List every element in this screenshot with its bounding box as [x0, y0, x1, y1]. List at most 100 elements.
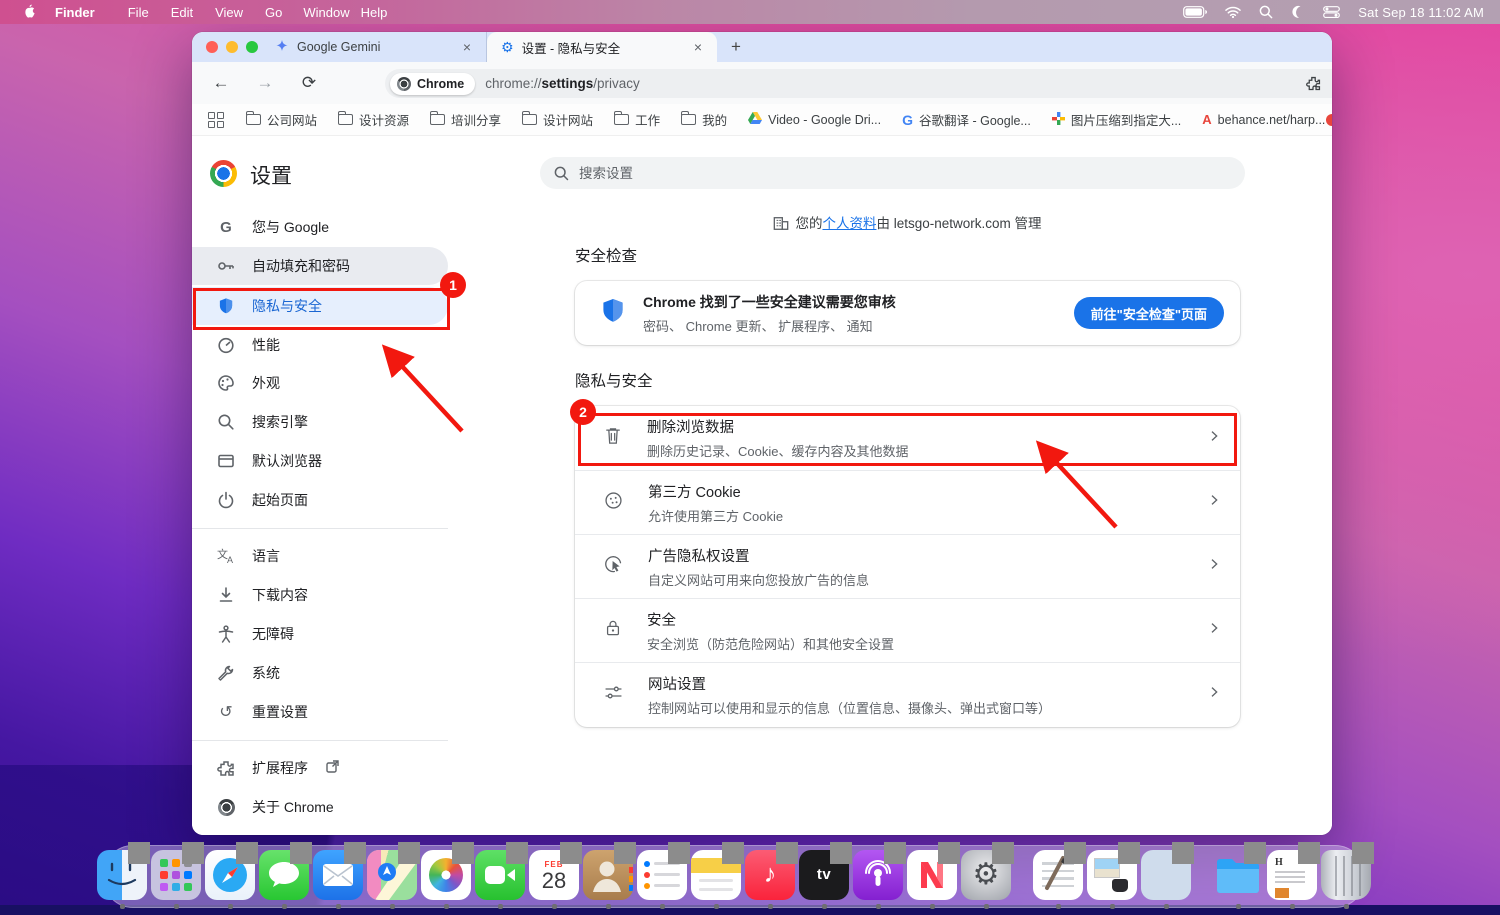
address-bar[interactable]: Chrome chrome://settings/privacy ☆ [385, 69, 1332, 98]
menu-item-window[interactable]: Window [293, 5, 350, 20]
dock-item-safari[interactable] [205, 850, 255, 900]
back-button[interactable]: ← [206, 68, 236, 98]
redaction-box [398, 842, 420, 864]
sidebar-item-extensions[interactable]: 扩展程序 [192, 749, 448, 787]
folder-icon [338, 114, 353, 125]
dock-item-reminders[interactable] [637, 850, 687, 900]
sidebar-item-accessibility[interactable]: 无障碍 [192, 615, 448, 653]
search-input[interactable] [579, 166, 1179, 181]
sidebar-item-reset[interactable]: ↺ 重置设置 [192, 693, 448, 731]
control-center-icon[interactable] [1323, 6, 1340, 18]
dock-item-music[interactable]: ♪ [745, 850, 795, 900]
dock-item-maps[interactable] [367, 850, 417, 900]
row-security[interactable]: 安全安全浏览（防范危险网站）和其他安全设置 [575, 598, 1240, 662]
apps-grid-icon[interactable] [208, 112, 224, 128]
minimize-window-button[interactable] [226, 41, 238, 53]
dock-item-documents[interactable]: H [1267, 850, 1317, 900]
translate-icon: 文A [216, 546, 236, 566]
dock-item-news[interactable] [907, 850, 957, 900]
zoom-window-button[interactable] [246, 41, 258, 53]
wifi-icon[interactable] [1225, 6, 1241, 18]
sidebar-item-on-startup[interactable]: 起始页面 [192, 481, 448, 519]
dock-item-mail[interactable] [313, 850, 363, 900]
sidebar-item-you-and-google[interactable]: G 您与 Google [192, 208, 448, 246]
page-title: 设置 [250, 160, 292, 190]
bookmark-folder[interactable]: 我的 [681, 110, 727, 129]
sidebar-item-search-engine[interactable]: 搜索引擎 [192, 403, 448, 441]
running-indicator [930, 904, 935, 909]
go-to-safety-check-button[interactable]: 前往"安全检查"页面 [1074, 297, 1224, 329]
bookmark-folder[interactable]: 设计资源 [338, 110, 409, 129]
dock-item-messages[interactable] [259, 850, 309, 900]
chrome-url-chip[interactable]: Chrome [390, 73, 475, 95]
dock-item-photos[interactable] [421, 850, 471, 900]
bookmark-link-behance[interactable]: A behance.net/harp... [1202, 112, 1325, 127]
tab-settings-privacy[interactable]: ⚙ 设置 - 隐私与安全 × [487, 32, 717, 62]
redaction-box [614, 842, 636, 864]
apple-menu-icon[interactable] [14, 4, 44, 20]
row-site-settings[interactable]: 网站设置控制网站可以使用和显示的信息（位置信息、摄像头、弹出式窗口等） [575, 662, 1240, 726]
menu-item-go[interactable]: Go [254, 5, 293, 20]
tab-close-icon[interactable]: × [458, 38, 476, 56]
running-indicator [714, 904, 719, 909]
security-check-card: Chrome 找到了一些安全建议需要您审核 密码、 Chrome 更新、 扩展程… [575, 281, 1240, 345]
bookmark-folder[interactable]: 培训分享 [430, 110, 501, 129]
dock-item-facetime[interactable] [475, 850, 525, 900]
dock-item-textedit[interactable] [1033, 850, 1083, 900]
dock-item-podcasts[interactable] [853, 850, 903, 900]
dock-item-contacts[interactable] [583, 850, 633, 900]
tab-title: Google Gemini [297, 40, 450, 54]
tab-close-icon[interactable]: × [689, 38, 707, 56]
menu-bar-clock[interactable]: Sat Sep 18 11:02 AM [1358, 5, 1484, 20]
profile-link[interactable]: 个人资料 [822, 216, 876, 231]
dock-item-trash[interactable] [1321, 850, 1371, 900]
tab-strip: Google Gemini × ⚙ 设置 - 隐私与安全 × + [192, 32, 1332, 62]
reload-button[interactable]: ⟳ [294, 68, 324, 98]
sidebar-item-autofill[interactable]: 自动填充和密码 [192, 247, 448, 285]
dock-item-finder[interactable] [97, 850, 147, 900]
running-indicator [282, 904, 287, 909]
spotlight-search-icon[interactable] [1259, 5, 1273, 19]
dock-item-tv[interactable]: tv [799, 850, 849, 900]
menu-item-finder[interactable]: Finder [44, 5, 117, 20]
close-window-button[interactable] [206, 41, 218, 53]
menu-item-file[interactable]: File [117, 5, 160, 20]
bookmark-link-drive[interactable]: Video - Google Dri... [748, 112, 881, 128]
menu-item-help[interactable]: Help [351, 5, 389, 20]
menu-item-view[interactable]: View [204, 5, 254, 20]
running-indicator [552, 904, 557, 909]
new-tab-button[interactable]: + [723, 34, 749, 60]
battery-icon[interactable] [1183, 6, 1207, 18]
dock-item-notes[interactable] [691, 850, 741, 900]
sidebar-item-system[interactable]: 系统 [192, 654, 448, 692]
dock-item-downloads-folder[interactable] [1213, 850, 1263, 900]
bookmark-folder[interactable]: 工作 [614, 110, 660, 129]
dock-item-launchpad[interactable] [151, 850, 201, 900]
row-third-party-cookies[interactable]: 第三方 Cookie允许使用第三方 Cookie [575, 470, 1240, 534]
settings-page: 设置 G 您与 Google 自动填充和密码 隐私与安全 性能 外观 搜索引擎 … [192, 136, 1332, 835]
settings-search[interactable] [540, 157, 1245, 189]
privacy-security-heading: 隐私与安全 [575, 369, 653, 391]
dock-item-calendar[interactable]: FEB28 [529, 850, 579, 900]
sidebar-item-languages[interactable]: 文A 语言 [192, 537, 448, 575]
bookmark-link-translate[interactable]: G 谷歌翻译 - Google... [902, 110, 1031, 129]
do-not-disturb-moon-icon[interactable] [1291, 5, 1305, 19]
dock-item-preview[interactable] [1087, 850, 1137, 900]
tab-google-gemini[interactable]: Google Gemini × [261, 32, 487, 62]
dock-item-system-settings[interactable]: ⚙ [961, 850, 1011, 900]
forward-button[interactable]: → [250, 68, 280, 98]
bookmark-folder[interactable]: 公司网站 [246, 110, 317, 129]
running-indicator [228, 904, 233, 909]
sidebar-item-downloads[interactable]: 下载内容 [192, 576, 448, 614]
bookmark-link-compress[interactable]: 图片压缩到指定大... [1052, 110, 1181, 129]
extensions-puzzle-icon[interactable] [1305, 75, 1322, 97]
row-ad-privacy[interactable]: 广告隐私权设置自定义网站可用来向您投放广告的信息 [575, 534, 1240, 598]
menu-item-edit[interactable]: Edit [160, 5, 204, 20]
sidebar-item-performance[interactable]: 性能 [192, 326, 448, 364]
cookie-icon [603, 490, 624, 516]
dock-item-stack[interactable] [1141, 850, 1191, 900]
sidebar-item-about-chrome[interactable]: 关于 Chrome [192, 788, 448, 826]
sidebar-item-appearance[interactable]: 外观 [192, 364, 448, 402]
bookmark-folder[interactable]: 设计网站 [522, 110, 593, 129]
sidebar-item-default-browser[interactable]: 默认浏览器 [192, 442, 448, 480]
